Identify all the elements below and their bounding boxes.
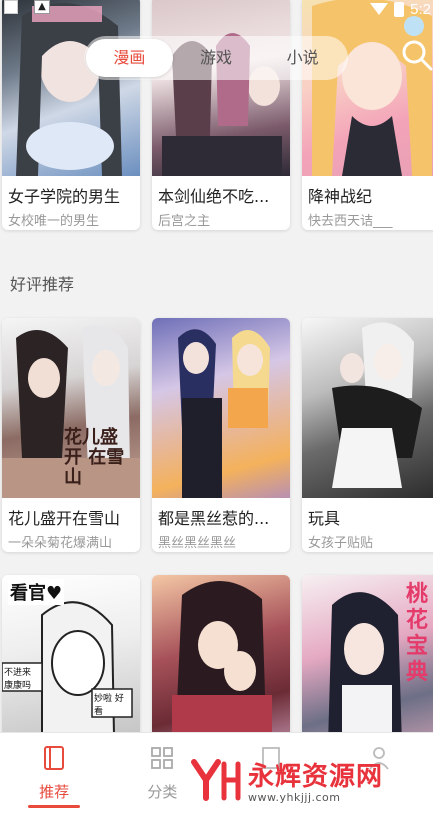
book-icon <box>44 746 65 770</box>
comic-cover <box>152 318 290 498</box>
comic-title: 玩具 <box>308 509 341 528</box>
comic-subtitle: 快去西天诘___ <box>308 214 393 229</box>
cover-bubble-text: 妙啦 好看 <box>94 694 124 717</box>
comic-card[interactable]: 都是黑丝惹的... 黑丝黑丝黑丝 <box>152 318 290 552</box>
nav-recommend[interactable]: 推荐 <box>0 733 108 814</box>
active-indicator <box>28 805 80 808</box>
comic-card[interactable]: 降神战纪 快去西天诘___ <box>302 0 433 230</box>
notification-square-icon <box>4 0 18 14</box>
cover-title-art: 桃花宝典 <box>406 581 429 685</box>
comic-subtitle: 后宫之主 <box>158 214 211 229</box>
comic-card[interactable] <box>152 575 290 755</box>
watermark: 永辉资源网 www.yhkjjj.com <box>190 756 383 804</box>
comic-title: 女子学院的男生 <box>8 187 121 206</box>
comic-title: 都是黑丝惹的... <box>158 509 270 528</box>
comic-cover <box>152 0 290 176</box>
status-right-group: 5:2 <box>370 0 433 18</box>
comic-card[interactable]: 本剑仙绝不吃... 后宫之主 <box>152 0 290 230</box>
status-time: 5:2 <box>410 0 431 18</box>
section-title: 好评推荐 <box>10 275 75 294</box>
comic-cover <box>302 0 433 176</box>
comic-cover: 花儿盛开 在雪山 <box>2 318 140 498</box>
cover-bubble-text: 不进来 康康吗 <box>4 668 32 691</box>
watermark-main: 永辉资源网 <box>248 762 384 792</box>
comic-cover <box>302 318 433 498</box>
comic-cover: 桃花宝典 <box>302 575 433 755</box>
comic-cover: 看官♥ 不进来 康康吗 妙啦 好看 <box>2 575 140 755</box>
tab-manhua[interactable]: 漫画 <box>86 39 173 77</box>
comic-card[interactable]: 女子学院的男生 女校唯一的男生 <box>2 0 140 230</box>
comic-card[interactable]: 看官♥ 不进来 康康吗 妙啦 好看 <box>2 575 140 755</box>
warning-icon: ▲ <box>34 0 50 14</box>
watermark-logo-icon <box>191 759 241 801</box>
comic-title: 降神战纪 <box>308 187 373 206</box>
grid-icon <box>151 747 174 769</box>
status-bar: ▲ 5:2 <box>0 0 433 18</box>
recommended-card-row: 花儿盛开 在雪山 花儿盛开在雪山 一朵朵菊花爆满山 都是黑丝惹的... 黑丝黑丝… <box>0 318 433 568</box>
comic-title: 花儿盛开在雪山 <box>8 509 121 528</box>
comic-card[interactable]: 玩具 女孩子贴贴 <box>302 318 433 552</box>
comic-title: 本剑仙绝不吃... <box>158 187 270 206</box>
category-tabs: 漫画 游戏 小说 <box>84 36 348 80</box>
comic-subtitle: 一朵朵菊花爆满山 <box>8 536 113 551</box>
search-icon[interactable] <box>400 38 433 72</box>
comic-subtitle: 女校唯一的男生 <box>8 214 100 229</box>
cover-title-art: 看官♥ <box>8 579 65 605</box>
tab-game[interactable]: 游戏 <box>173 39 260 77</box>
comic-cover <box>152 575 290 755</box>
more-card-row: 看官♥ 不进来 康康吗 妙啦 好看 桃花宝典 <box>0 575 433 755</box>
tab-novel[interactable]: 小说 <box>259 39 346 77</box>
comic-card[interactable]: 花儿盛开 在雪山 花儿盛开在雪山 一朵朵菊花爆满山 <box>2 318 140 552</box>
wifi-icon <box>370 3 389 15</box>
cover-title-art: 花儿盛开 在雪山 <box>64 427 125 488</box>
watermark-text: 永辉资源网 www.yhkjjj.com <box>248 756 383 804</box>
battery-icon <box>394 1 405 17</box>
comic-subtitle: 女孩子贴贴 <box>308 536 374 551</box>
nav-label: 推荐 <box>39 783 70 801</box>
comic-subtitle: 黑丝黑丝黑丝 <box>158 536 237 551</box>
comic-cover <box>2 0 140 176</box>
comic-card[interactable]: 桃花宝典 <box>302 575 433 755</box>
